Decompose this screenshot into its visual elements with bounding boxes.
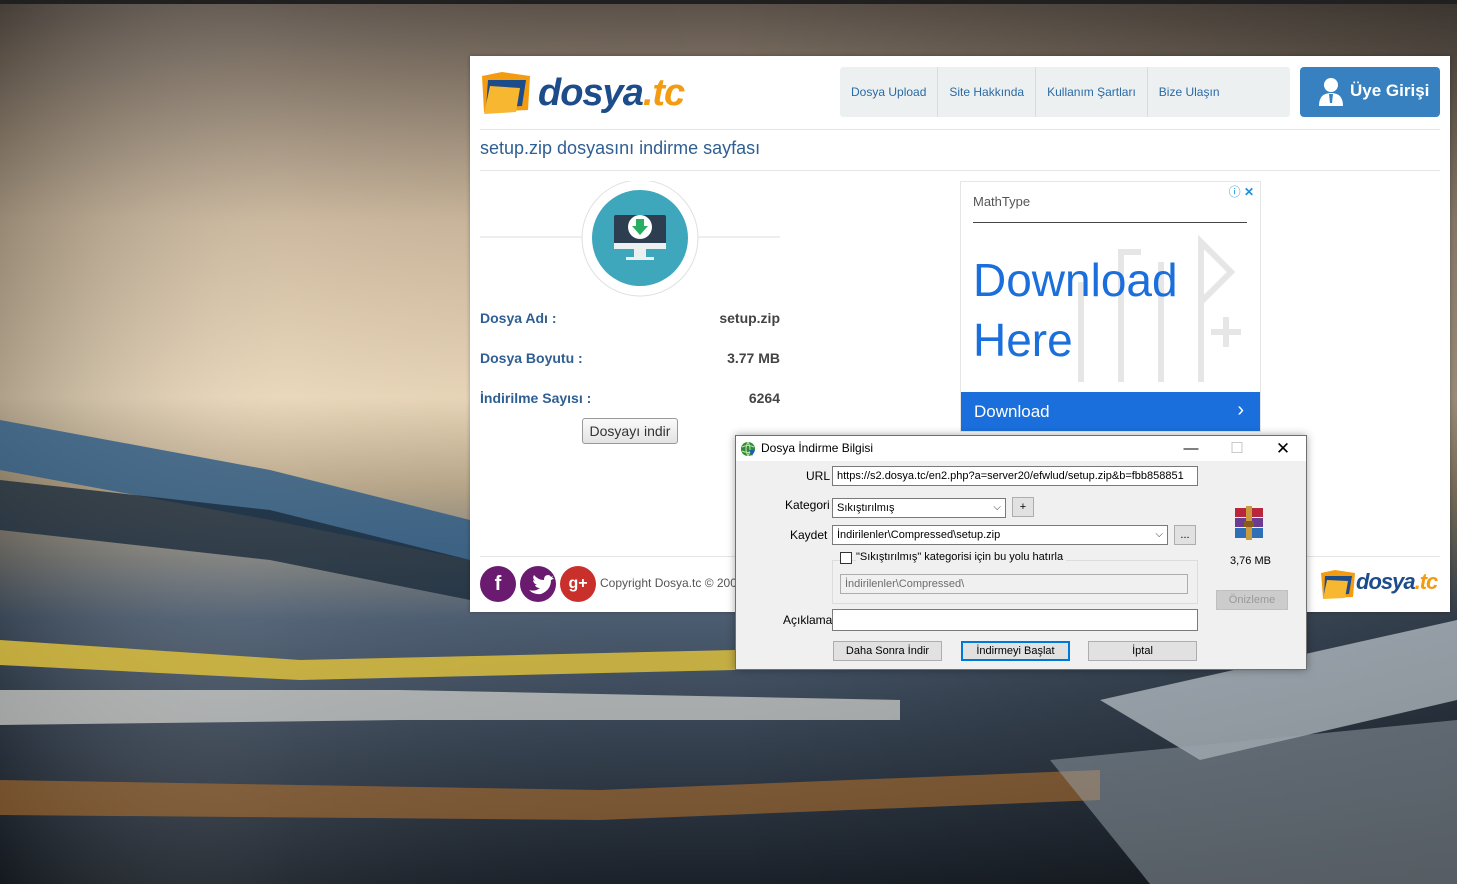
category-label: Kategori — [785, 498, 830, 512]
folder-logo-icon — [482, 72, 530, 114]
file-size-label: 3,76 MB — [1230, 555, 1271, 567]
maximize-icon[interactable]: ☐ — [1214, 436, 1260, 461]
save-label: Kaydet — [790, 528, 828, 542]
site-logo[interactable]: dosya.tc — [480, 66, 685, 118]
ad-headline: Download Here — [973, 254, 1178, 366]
minimize-icon[interactable]: — — [1168, 436, 1214, 461]
file-size-row: Dosya Boyutu : 3.77 MB — [480, 350, 780, 370]
divider — [480, 129, 1440, 130]
copyright-text: Copyright Dosya.tc © 200 — [600, 576, 737, 590]
description-label: Açıklama — [783, 613, 833, 627]
footer-logo[interactable]: dosya.tc — [1320, 564, 1440, 602]
winrar-archive-icon — [1235, 506, 1263, 540]
close-icon[interactable]: ✕ — [1244, 185, 1254, 199]
logo-wordmark: dosya.tc — [538, 72, 685, 114]
url-label: URL — [806, 469, 831, 483]
remember-path-label: "Sıkıştırılmış" kategorisi için bu yolu … — [856, 551, 1067, 563]
category-select[interactable]: Sıkıştırılmış ⌵ — [832, 498, 1006, 518]
user-icon — [1319, 78, 1343, 106]
chevron-down-icon: ⌵ — [1155, 529, 1163, 540]
google-plus-icon[interactable]: g+ — [560, 566, 596, 602]
category-value: Sıkıştırılmış — [837, 502, 895, 514]
save-path-select[interactable]: İndirilenler\Compressed\setup.zip ⌵ — [832, 525, 1168, 545]
ad-cta-label: Download — [974, 402, 1050, 421]
remember-path-field: İndirilenler\Compressed\ — [840, 574, 1188, 594]
file-name-label: Dosya Adı : — [480, 310, 557, 326]
remember-path-checkbox[interactable] — [840, 552, 852, 564]
download-file-button[interactable]: Dosyayı indir — [582, 418, 678, 444]
chevron-down-icon: ⌵ — [993, 502, 1001, 513]
footer-wordmark: dosya.tc — [1356, 569, 1438, 594]
download-illustration — [480, 181, 780, 297]
divider — [480, 170, 1440, 171]
chevron-right-icon: › — [1237, 399, 1244, 421]
top-navigation: Dosya Upload Site Hakkında Kullanım Şart… — [840, 67, 1290, 117]
save-path-value: İndirilenler\Compressed\setup.zip — [837, 529, 1001, 541]
browse-button[interactable]: ... — [1174, 525, 1196, 545]
ad-download-button[interactable]: Download › — [961, 392, 1260, 431]
download-later-button[interactable]: Daha Sonra İndir — [833, 641, 942, 661]
start-download-button[interactable]: İndirmeyi Başlat — [961, 641, 1070, 661]
nav-item-terms[interactable]: Kullanım Şartları — [1036, 67, 1148, 117]
member-login-button[interactable]: Üye Girişi — [1300, 67, 1440, 117]
dialog-titlebar[interactable]: Dosya İndirme Bilgisi — ☐ ✕ — [736, 436, 1306, 461]
page-title: setup.zip dosyasını indirme sayfası — [480, 138, 761, 158]
nav-item-upload[interactable]: Dosya Upload — [840, 67, 939, 117]
download-info-dialog: Dosya İndirme Bilgisi — ☐ ✕ URL https://… — [735, 435, 1307, 670]
preview-button[interactable]: Önizleme — [1216, 590, 1288, 610]
info-icon[interactable]: ⓘ — [1229, 185, 1241, 199]
download-count-row: İndirilme Sayısı : 6264 — [480, 390, 780, 410]
file-size-value: 3.77 MB — [727, 350, 780, 366]
ad-controls: ⓘ ✕ — [1229, 183, 1254, 200]
folder-logo-icon — [1321, 570, 1355, 599]
file-name-row: Dosya Adı : setup.zip — [480, 310, 780, 330]
download-count-value: 6264 — [748, 390, 780, 406]
url-field[interactable]: https://s2.dosya.tc/en2.php?a=server20/e… — [832, 466, 1198, 486]
facebook-icon[interactable]: f — [480, 566, 516, 602]
twitter-icon[interactable] — [520, 566, 556, 602]
nav-item-contact[interactable]: Bize Ulaşın — [1148, 67, 1231, 117]
description-input[interactable] — [832, 609, 1198, 631]
add-category-button[interactable]: + — [1012, 497, 1034, 517]
file-size-label: Dosya Boyutu : — [480, 350, 583, 366]
download-count-label: İndirilme Sayısı : — [480, 390, 592, 406]
ad-brand: MathType — [973, 194, 1031, 209]
member-login-label: Üye Girişi — [1350, 81, 1430, 100]
file-name-value: setup.zip — [719, 310, 780, 326]
nav-item-about[interactable]: Site Hakkında — [938, 67, 1037, 117]
close-icon[interactable]: ✕ — [1260, 436, 1306, 461]
dialog-title: Dosya İndirme Bilgisi — [761, 441, 874, 455]
advertisement[interactable]: ⓘ ✕ MathType Download Here Download › — [960, 181, 1261, 432]
idm-globe-icon — [741, 441, 755, 457]
cancel-button[interactable]: İptal — [1088, 641, 1197, 661]
